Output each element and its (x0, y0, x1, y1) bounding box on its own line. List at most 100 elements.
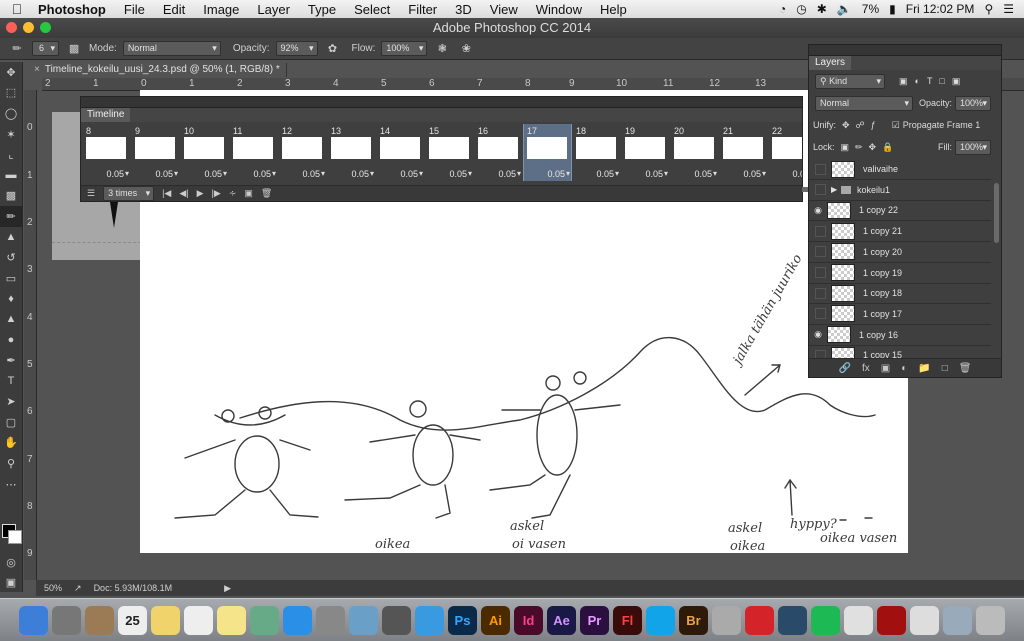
delay-dropdown-icon[interactable]: ▾ (174, 169, 178, 178)
play-icon[interactable]: ▶ (197, 188, 204, 199)
timeline-frame[interactable]: 17 0.05 ▾ (523, 124, 572, 181)
dock-app-downloads[interactable] (943, 605, 972, 635)
dock-app-calculator[interactable] (382, 605, 411, 635)
delay-dropdown-icon[interactable]: ▾ (370, 169, 374, 178)
dock-app-br[interactable]: Br (679, 605, 708, 635)
dock-app-chart[interactable] (778, 605, 807, 635)
frame-delay[interactable]: 0.05 (106, 169, 124, 179)
apple-menu-icon[interactable]:  (0, 1, 34, 17)
timeline-panel-header[interactable] (81, 97, 802, 108)
dock-app-ae[interactable]: Ae (547, 605, 576, 635)
marquee-tool-icon[interactable]: ⬚ (0, 83, 22, 104)
timeline-frame[interactable]: 15 0.05 ▾ (426, 124, 473, 181)
visibility-toggle[interactable] (815, 163, 826, 175)
dock-app-preview[interactable] (349, 605, 378, 635)
brush-tool-icon[interactable]: ✏ (0, 206, 22, 227)
layer-row[interactable]: ◉ 1 copy 22 (809, 200, 991, 222)
layer-mask-icon[interactable]: ▣ (881, 363, 890, 374)
flow-field[interactable]: 100% (381, 41, 428, 56)
dock-app-textedit[interactable] (910, 605, 939, 635)
duplicate-frame-icon[interactable]: ▣ (244, 188, 253, 199)
dock-app-finder[interactable] (19, 605, 48, 635)
frame-delay[interactable]: 0.05 (302, 169, 320, 179)
pressure-size-icon[interactable]: ❀ (457, 41, 475, 57)
loop-options-select[interactable]: 3 times (103, 186, 155, 201)
blend-mode-select[interactable]: Normal (815, 95, 913, 111)
expand-arrow-icon[interactable]: ▶ (831, 185, 841, 194)
delay-dropdown-icon[interactable]: ▾ (762, 169, 766, 178)
dock-app-stickies[interactable] (217, 605, 246, 635)
dock-app-pr[interactable]: Pr (580, 605, 609, 635)
timeline-frame[interactable]: 21 0.05 ▾ (720, 124, 767, 181)
dock-app-trash[interactable] (976, 605, 1005, 635)
pen-tool-icon[interactable]: ✒ (0, 350, 22, 371)
menu-view[interactable]: View (481, 2, 527, 17)
dock-app-launchpad[interactable] (52, 605, 81, 635)
close-window-button[interactable] (6, 22, 17, 33)
move-tool-icon[interactable]: ✥ (0, 62, 22, 83)
visibility-toggle[interactable] (815, 246, 826, 258)
eraser-tool-icon[interactable]: ▭ (0, 268, 22, 289)
first-frame-icon[interactable]: |◀ (162, 188, 171, 199)
dock-app-chrome[interactable] (844, 605, 873, 635)
frame-delay[interactable]: 0.05 (645, 169, 663, 179)
bluetooth-icon[interactable]: ✱ (817, 2, 827, 16)
close-document-icon[interactable]: × (34, 64, 40, 75)
layer-row[interactable]: 1 copy 18 (809, 283, 991, 305)
eye-icon[interactable]: ◉ (809, 205, 827, 216)
layer-row[interactable]: ▶ kokeilu1 (809, 180, 991, 201)
lasso-tool-icon[interactable]: ◯ (0, 103, 22, 124)
brush-panel-toggle-icon[interactable]: ▩ (65, 41, 83, 57)
frame-delay[interactable]: 0.05 (596, 169, 614, 179)
delete-frame-icon[interactable]: 🗑 (261, 188, 272, 199)
dock-app-id[interactable]: Id (514, 605, 543, 635)
background-color-swatch[interactable] (8, 530, 22, 544)
history-brush-tool-icon[interactable]: ↺ (0, 247, 22, 268)
dodge-tool-icon[interactable]: ● (0, 330, 22, 351)
clock[interactable]: Fri 12:02 PM (906, 2, 975, 16)
dock-app-ai[interactable]: Ai (481, 605, 510, 635)
new-layer-icon[interactable]: □ (942, 363, 948, 374)
brush-preset-picker[interactable]: 6 (32, 41, 60, 56)
time-machine-icon[interactable]: ◷ (796, 2, 806, 16)
menu-edit[interactable]: Edit (154, 2, 194, 17)
menu-help[interactable]: Help (591, 2, 636, 17)
timeline-frame[interactable]: 14 0.05 ▾ (377, 124, 424, 181)
delay-dropdown-icon[interactable]: ▾ (566, 169, 570, 178)
next-frame-icon[interactable]: |▶ (212, 188, 221, 199)
delay-dropdown-icon[interactable]: ▾ (713, 169, 717, 178)
timeline-frame[interactable]: 8 0.05 ▾ (83, 124, 130, 181)
frame-delay[interactable]: 0.05 (694, 169, 712, 179)
pressure-opacity-icon[interactable]: ✿ (324, 41, 342, 57)
frame-delay[interactable]: 0.05 (400, 169, 418, 179)
frame-delay[interactable]: 0.05 (155, 169, 173, 179)
layer-row[interactable]: 1 copy 17 (809, 304, 991, 325)
volume-icon[interactable]: 🔈 (837, 2, 852, 16)
menu-3d[interactable]: 3D (446, 2, 481, 17)
healing-brush-tool-icon[interactable]: ▩ (0, 186, 22, 207)
menu-select[interactable]: Select (345, 2, 399, 17)
spotlight-icon[interactable]: ⚲ (984, 2, 993, 16)
menu-filter[interactable]: Filter (399, 2, 446, 17)
zoom-tool-icon[interactable]: ⚲ (0, 453, 22, 474)
menu-type[interactable]: Type (299, 2, 345, 17)
dock-app-acrobat[interactable] (877, 605, 906, 635)
minimize-window-button[interactable] (23, 22, 34, 33)
frame-delay[interactable]: 0.05 (253, 169, 271, 179)
zoom-window-button[interactable] (40, 22, 51, 33)
frame-delay[interactable]: 0.05 (204, 169, 222, 179)
airbrush-icon[interactable]: ❃ (433, 41, 451, 57)
delay-dropdown-icon[interactable]: ▾ (468, 169, 472, 178)
battery-icon[interactable]: ▮ (889, 2, 896, 16)
menu-image[interactable]: Image (194, 2, 248, 17)
timeline-frame[interactable]: 10 0.05 ▾ (181, 124, 228, 181)
frame-delay[interactable]: 0.05 (498, 169, 516, 179)
visibility-toggle[interactable] (815, 225, 826, 237)
timeline-tab[interactable]: Timeline (81, 108, 131, 122)
rectangle-tool-icon[interactable]: ▢ (0, 412, 22, 433)
mode-select[interactable]: Normal (122, 41, 221, 56)
layer-row[interactable]: 1 copy 19 (809, 263, 991, 284)
menu-window[interactable]: Window (527, 2, 591, 17)
visibility-toggle[interactable] (815, 184, 826, 196)
paint-bucket-tool-icon[interactable]: ♦ (0, 289, 22, 310)
